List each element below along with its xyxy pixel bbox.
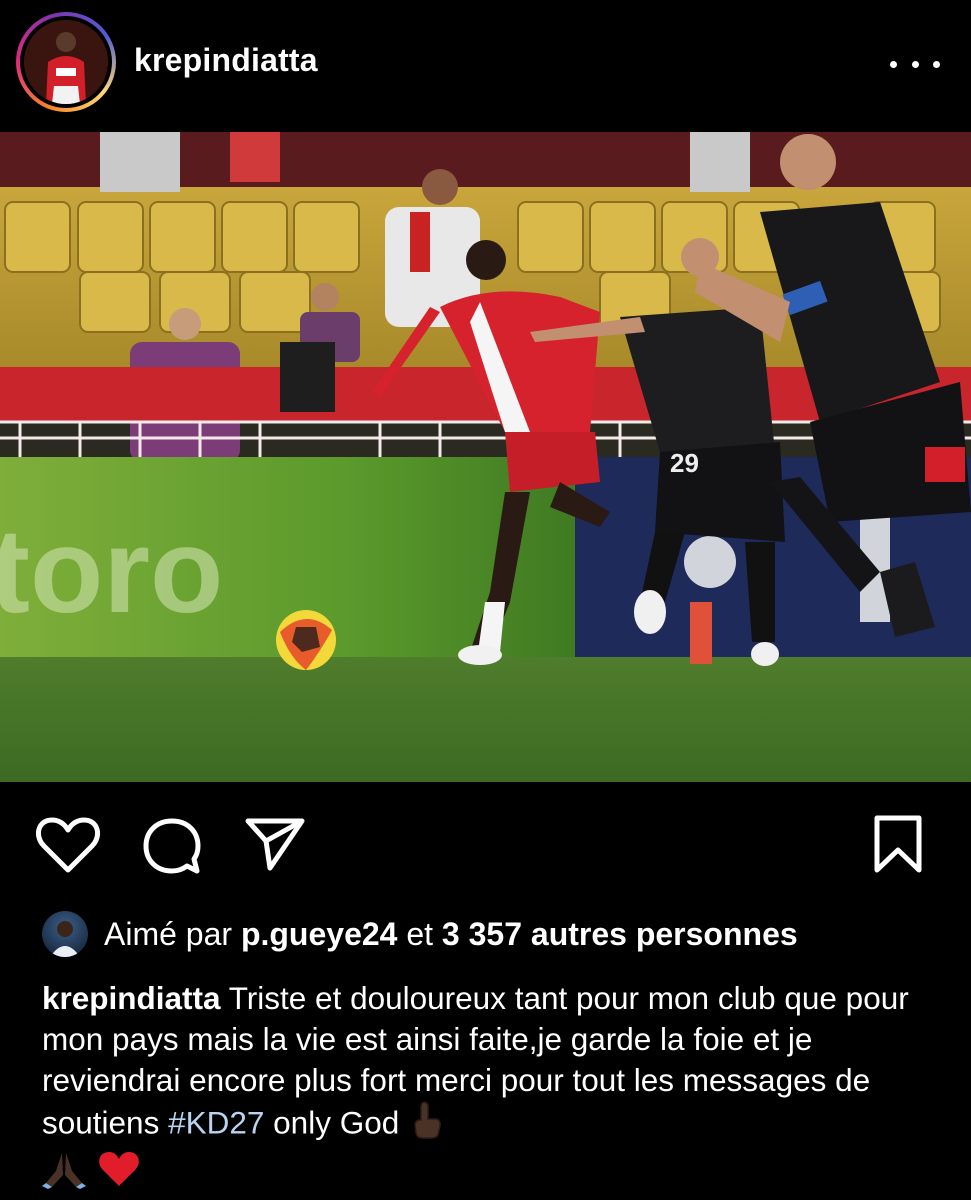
svg-text:29: 29 — [670, 448, 699, 478]
liker-username[interactable]: p.gueye24 — [241, 916, 398, 952]
likes-connector: et — [406, 915, 434, 952]
likes-count[interactable]: 3 357 autres personnes — [442, 916, 798, 952]
likes-prefix: Aimé par — [104, 915, 233, 952]
caption-hashtag[interactable]: #KD27 — [168, 1104, 264, 1140]
likes-text: Aimé par p.gueye24 et 3 357 autres perso… — [104, 916, 798, 953]
caption-text-after: only God — [264, 1104, 408, 1141]
avatar-photo — [24, 20, 108, 104]
caption-author[interactable]: krepindiatta — [42, 980, 221, 1016]
post-image[interactable]: toro 29 — [0, 132, 971, 782]
svg-text:toro: toro — [0, 504, 223, 638]
pointing-up-emoji — [408, 1101, 444, 1149]
post-header: krepindiatta — [0, 0, 971, 132]
post-caption: krepindiatta Triste et douloureux tant p… — [42, 978, 942, 1199]
liker-avatar[interactable] — [42, 911, 88, 957]
more-options-icon[interactable] — [890, 46, 940, 82]
heart-icon[interactable] — [35, 816, 101, 879]
profile-avatar[interactable] — [16, 12, 116, 112]
comment-icon[interactable] — [142, 816, 202, 881]
red-heart-emoji — [98, 1150, 140, 1198]
post-username[interactable]: krepindiatta — [134, 42, 318, 79]
likes-summary[interactable]: Aimé par p.gueye24 et 3 357 autres perso… — [42, 910, 798, 958]
bookmark-icon[interactable] — [872, 814, 924, 879]
folded-hands-emoji — [42, 1149, 86, 1199]
send-icon[interactable] — [244, 816, 306, 877]
